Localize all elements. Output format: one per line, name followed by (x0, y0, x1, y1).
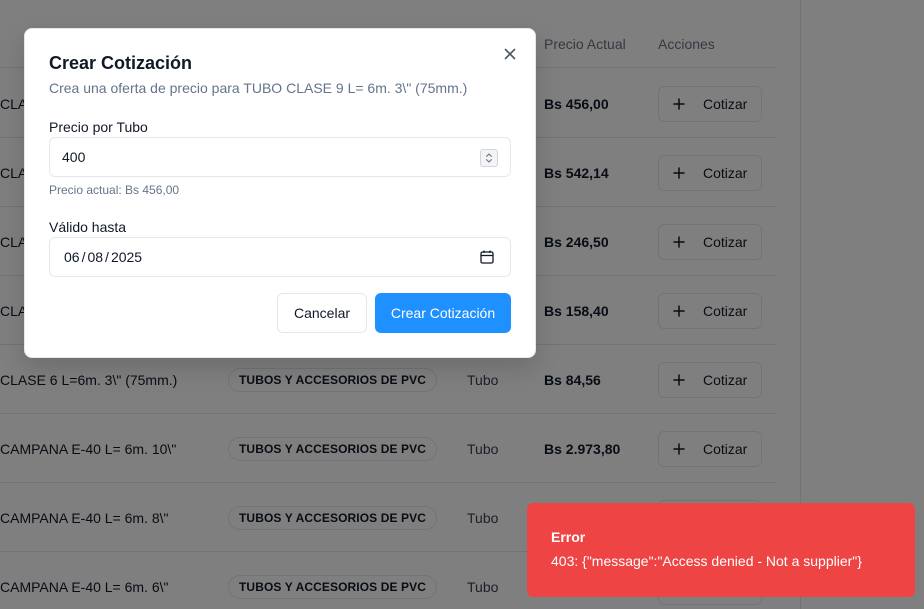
price-label: Precio por Tubo (49, 119, 148, 135)
date-year[interactable]: 2025 (111, 249, 142, 265)
toast-message: 403: {"message":"Access denied - Not a s… (551, 553, 862, 569)
create-quote-button[interactable]: Crear Cotización (375, 293, 511, 333)
number-spinner-icon[interactable] (480, 149, 498, 167)
close-icon[interactable] (502, 46, 518, 62)
dialog-description: Crea una oferta de precio para TUBO CLAS… (49, 80, 468, 96)
date-separator: / (105, 249, 109, 265)
valid-until-date-input[interactable]: 06 / 08 / 2025 (49, 237, 511, 277)
price-input-value: 400 (62, 149, 86, 165)
cancel-button[interactable]: Cancelar (277, 293, 367, 333)
toast-title: Error (551, 529, 586, 545)
calendar-icon[interactable] (479, 249, 495, 265)
price-input[interactable]: 400 (49, 137, 511, 177)
error-toast[interactable]: Error 403: {"message":"Access denied - N… (527, 503, 915, 597)
date-month[interactable]: 08 (87, 249, 103, 265)
dialog-title: Crear Cotización (49, 53, 193, 73)
create-quote-dialog: Crear Cotización Crea una oferta de prec… (24, 28, 536, 358)
date-day[interactable]: 06 (64, 249, 80, 265)
price-hint: Precio actual: Bs 456,00 (49, 183, 180, 197)
date-separator: / (81, 249, 86, 265)
valid-until-label: Válido hasta (49, 219, 127, 235)
